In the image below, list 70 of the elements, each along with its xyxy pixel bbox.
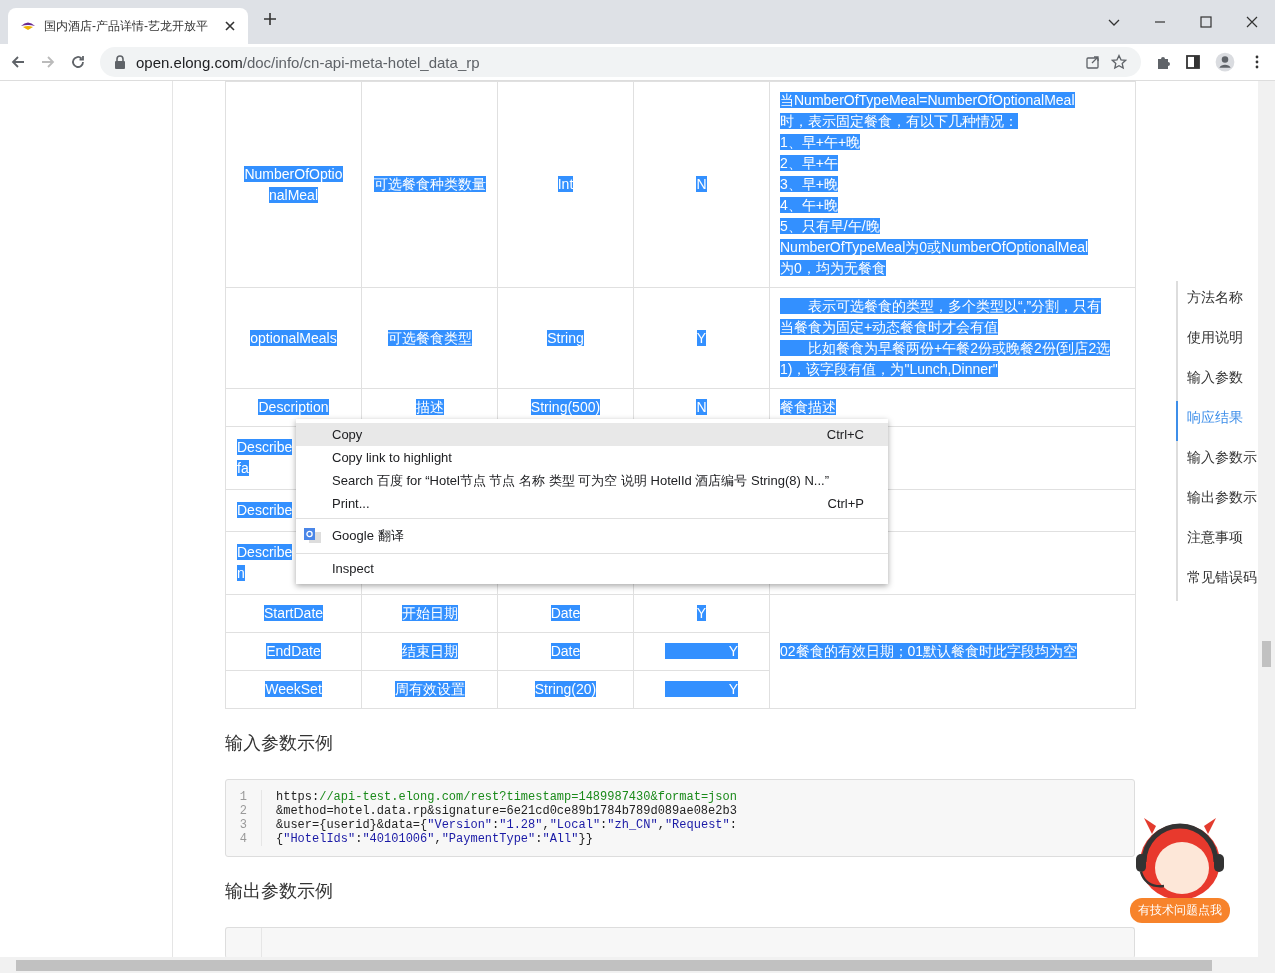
selected-text: 可选餐食种类数量: [373, 176, 486, 192]
line-number: 4: [238, 832, 247, 846]
selected-text: 为0，均为无餐食: [780, 260, 886, 276]
code-line: &method=hotel.data.rp&signature=6e21cd0ce89b1784b789d089ae08e2b3: [276, 804, 737, 818]
selected-text: 当NumberOfTypeMeal=NumberOfOptionalMeal: [780, 92, 1075, 108]
toc-link[interactable]: 方法名称: [1176, 281, 1257, 321]
selected-text: NumberOfTypeMeal为0或NumberOfOptionalMeal: [780, 239, 1089, 255]
selected-text: Y: [696, 329, 707, 346]
selected-text: 餐食描述: [780, 399, 836, 415]
toc-link[interactable]: 输入参数示: [1176, 441, 1257, 481]
selected-text: Y: [664, 643, 739, 659]
selected-text: 结束日期: [401, 643, 458, 659]
selected-text: String(500): [530, 399, 601, 415]
selected-text: 周有效设置: [394, 681, 465, 697]
selected-text: Int: [557, 176, 574, 192]
menu-item[interactable]: Search 百度 for “Hotel节点 节点 名称 类型 可为空 说明 HotelId 酒店编号 String(8) N...”: [296, 469, 888, 492]
selected-text: Y: [664, 681, 739, 697]
selected-text: 1、早+午+晚: [780, 134, 861, 150]
selected-text: 时，表示固定餐食，有以下几种情况：: [780, 113, 1018, 129]
toc-link[interactable]: 使用说明: [1176, 321, 1257, 361]
menu-item[interactable]: Copy link to highlight: [296, 446, 888, 469]
line-number: 3: [238, 818, 247, 832]
selected-text: Describe: [237, 439, 293, 455]
selected-text: StartDate: [263, 605, 324, 621]
code-line: &user={userid}&data={"Version":"1.28","Local":"zh_CN","Request":: [276, 818, 737, 832]
selected-text: String: [547, 329, 584, 346]
selected-text: N: [696, 399, 707, 415]
toc-link[interactable]: 输入参数: [1176, 361, 1257, 401]
selected-text: EndDate: [266, 643, 321, 659]
browser-tab[interactable]: 国内酒店-产品详情-艺龙开放平: [8, 8, 248, 44]
selected-text: 比如餐食为早餐两份+午餐2份或晚餐2份(到店2选: [780, 340, 1111, 356]
toc-link[interactable]: 输出参数示: [1176, 481, 1257, 521]
selected-text: 3、早+晚: [780, 176, 838, 192]
selected-text: 1)，该字段有值，为"Lunch,Dinner": [780, 361, 998, 377]
selected-text: 表示可选餐食的类型，多个类型以“,”分割，只有: [780, 298, 1102, 314]
selected-text: Y: [696, 605, 707, 621]
menu-item[interactable]: Inspect: [296, 557, 888, 580]
selected-text: 描述: [415, 399, 444, 415]
selected-text: nalMeal: [269, 186, 318, 203]
menu-item[interactable]: Copy Ctrl+C: [296, 423, 888, 446]
selected-text: N: [696, 176, 707, 192]
selected-text: 5、只有早/午/晚: [780, 218, 880, 234]
line-number: 2: [238, 804, 247, 818]
selected-text: fa: [237, 460, 249, 476]
selected-text: WeekSet: [265, 681, 322, 697]
selected-text: NumberOfOptio: [244, 165, 343, 182]
selected-text: Date: [550, 605, 581, 621]
selected-text: Describe: [237, 544, 293, 560]
selected-text: optionalMeals: [250, 329, 337, 346]
menu-item[interactable]: Print... Ctrl+P: [296, 492, 888, 515]
menu-item[interactable]: Google 翻译: [296, 522, 888, 550]
selected-text: n: [237, 565, 245, 581]
section-heading: 输出参数示例: [225, 880, 334, 903]
selected-text: 可选餐食类型: [387, 329, 472, 346]
selected-text: 开始日期: [401, 605, 458, 621]
selected-text: 02餐食的有效日期；01默认餐食时此字段均为空: [780, 643, 1078, 659]
selected-text: String(20): [534, 681, 597, 697]
selected-text: Date: [550, 643, 581, 659]
code-line: {"HotelIds":"40101006","PaymentType":"All"}}: [276, 832, 594, 846]
toc-link[interactable]: 常见错误码: [1176, 561, 1257, 601]
selected-text: Description: [258, 399, 329, 415]
selected-text: 4、午+晚: [780, 197, 838, 213]
selected-text: Describe: [237, 502, 293, 518]
code-line: https://api-test.elong.com/rest?timestamp=1489987430&format=json: [276, 790, 737, 804]
toc-link[interactable]: 注意事项: [1176, 521, 1257, 561]
section-heading: 输入参数示例: [225, 732, 334, 755]
selected-text: 2、早+午: [780, 155, 838, 171]
selected-text: 当餐食为固定+动态餐食时才会有值: [780, 319, 999, 335]
line-number: 1: [238, 790, 247, 804]
address-bar[interactable]: open.elong.com/doc/info/cn-api-meta-hotel_data_rp: [100, 47, 1141, 77]
